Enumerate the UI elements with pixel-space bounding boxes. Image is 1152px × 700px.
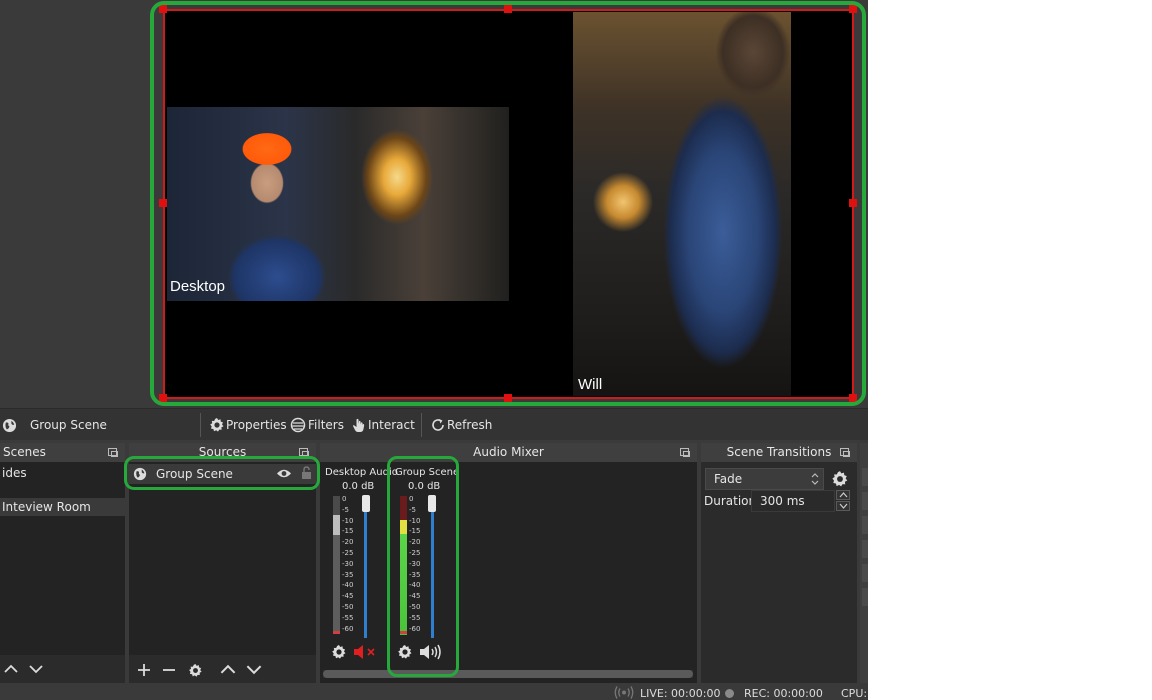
float-dock-icon[interactable] (840, 448, 850, 457)
float-dock-icon[interactable] (680, 448, 690, 457)
record-dot-icon (725, 689, 734, 698)
duration-input[interactable]: 300 ms (751, 490, 835, 512)
cpu-usage: CPU: (841, 687, 868, 700)
gear-icon[interactable] (188, 663, 203, 678)
scene-transitions-dock-title: Scene Transitions (701, 443, 857, 462)
highlight-source-annotation (124, 456, 320, 490)
transition-select[interactable]: Fade (705, 468, 824, 490)
meter-tick-labels: 0 -5 -10 -15 -20 -25 -30 -35 -40 -45 -50 -55 -60 (342, 495, 354, 633)
mixer-scrollbar[interactable] (323, 670, 693, 678)
filters-button[interactable]: Filters (290, 409, 344, 441)
float-dock-icon[interactable] (108, 448, 118, 457)
audio-mixer-dock-title: Audio Mixer (320, 443, 697, 462)
volume-fader-track[interactable] (364, 500, 367, 638)
duration-label: Duration (704, 494, 757, 508)
scene-transitions-dock: Scene Transitions Fade Duration 300 ms (701, 443, 857, 683)
current-source-indicator: Group Scene (2, 409, 107, 441)
refresh-icon (432, 419, 444, 431)
properties-label: Properties (226, 418, 287, 432)
chevron-up-icon[interactable] (4, 664, 18, 674)
scenes-title: Scenes (3, 445, 46, 459)
plus-icon[interactable] (137, 663, 151, 677)
scenes-list: ides Inteview Room (0, 462, 125, 683)
current-source-name: Group Scene (30, 418, 107, 432)
scenes-dock-title: Scenes (0, 443, 125, 462)
chevron-down-icon[interactable] (246, 664, 262, 675)
duration-increment[interactable] (836, 490, 850, 500)
broadcast-icon (614, 686, 634, 699)
mixer-body: Desktop Audio 0.0 dB 0 -5 -10 -15 -20 -25 -30-… (320, 462, 697, 683)
transition-value: Fade (714, 472, 743, 486)
refresh-label: Refresh (447, 418, 493, 432)
filters-label: Filters (308, 418, 344, 432)
duration-value: 300 ms (760, 494, 805, 508)
chevron-updown-icon (811, 473, 819, 485)
transitions-body: Fade Duration 300 ms (701, 462, 857, 683)
globe-icon (2, 418, 17, 432)
rec-timer: REC: 00:00:00 (744, 687, 823, 700)
obs-window: Desktop Will Group Scene Properties Filt… (0, 0, 868, 700)
volume-fader-knob[interactable] (362, 495, 370, 512)
channel-db: 0.0 dB (342, 481, 375, 492)
scene-item[interactable]: ides (0, 464, 125, 482)
chevron-down-icon (839, 503, 848, 509)
mixer-scrollbar-thumb[interactable] (323, 670, 693, 678)
gear-icon[interactable] (831, 470, 849, 488)
highlight-mixer-annotation (387, 456, 459, 677)
sources-footer (129, 655, 316, 683)
filters-icon (290, 417, 306, 433)
scenes-footer (0, 655, 125, 683)
sources-list: Group Scene (129, 462, 316, 683)
toolbar-divider (200, 413, 201, 437)
gear-icon[interactable] (331, 644, 347, 660)
interact-button[interactable]: Interact (351, 409, 415, 441)
toolbar-divider (421, 413, 422, 437)
meter-level-peak (333, 515, 340, 535)
blank-area (868, 0, 1152, 700)
audio-mixer-dock: Audio Mixer Desktop Audio 0.0 dB 0 -5 -10-… (320, 443, 697, 683)
scene-transitions-title: Scene Transitions (726, 445, 832, 459)
scene-item-selected[interactable]: Inteview Room (0, 498, 125, 516)
speaker-muted-icon[interactable] (353, 644, 379, 660)
audio-mixer-title: Audio Mixer (473, 445, 544, 459)
duration-decrement[interactable] (836, 501, 850, 511)
hand-icon (353, 418, 365, 432)
highlight-canvas-annotation (150, 1, 866, 406)
controls-dock-edge (860, 443, 868, 683)
interact-label: Interact (368, 418, 415, 432)
scenes-dock: Scenes ides Inteview Room (0, 443, 125, 683)
preview-area[interactable]: Desktop Will (0, 0, 868, 408)
float-dock-icon[interactable] (299, 448, 309, 457)
gear-icon (210, 418, 224, 432)
live-timer: LIVE: 00:00:00 (640, 687, 721, 700)
chevron-up-icon (839, 492, 848, 498)
properties-button[interactable]: Properties (209, 409, 287, 441)
chevron-up-icon[interactable] (220, 664, 236, 675)
source-toolbar: Group Scene Properties Filters Interact (0, 408, 868, 440)
refresh-button[interactable]: Refresh (430, 409, 492, 441)
status-bar: LIVE: 00:00:00 REC: 00:00:00 CPU: (0, 683, 868, 700)
chevron-down-icon[interactable] (29, 664, 43, 674)
minus-icon[interactable] (162, 663, 176, 677)
meter-clip-indicator (333, 631, 340, 634)
